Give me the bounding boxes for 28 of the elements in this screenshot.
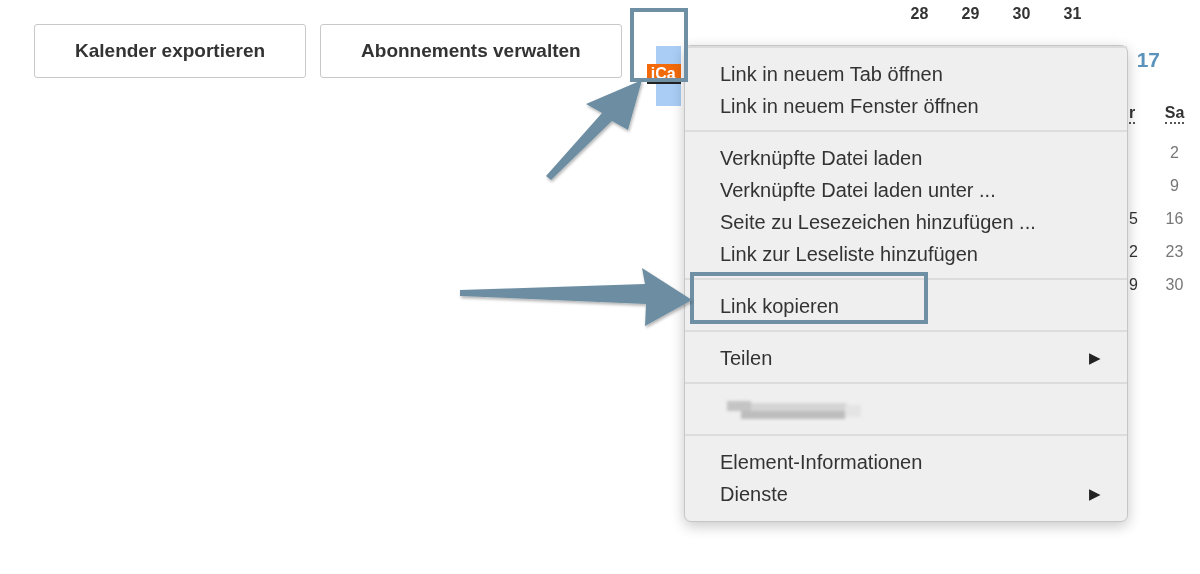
day-number: 28 bbox=[910, 5, 929, 23]
menu-item[interactable]: Dienste ▶ bbox=[685, 478, 1127, 510]
menu-item[interactable]: Link kopieren bbox=[685, 290, 1127, 322]
menu-item[interactable]: Element-Informationen bbox=[685, 446, 1127, 478]
menu-item[interactable]: Link in neuem Tab öffnen bbox=[685, 58, 1127, 90]
day-number: 30 bbox=[1012, 5, 1031, 23]
weekday-header: Sa bbox=[1164, 104, 1185, 124]
toolbar-button[interactable]: Abonnements verwalten bbox=[320, 24, 622, 78]
menu-item[interactable]: Link in neuem Fenster öffnen bbox=[685, 90, 1127, 122]
day-number: 2 bbox=[1170, 143, 1179, 162]
menu-item[interactable]: Seite zu Lesezeichen hinzufügen ... bbox=[685, 206, 1127, 238]
toolbar-button[interactable]: Kalender exportieren bbox=[34, 24, 307, 78]
day-number: 5 bbox=[1129, 209, 1138, 228]
menu-item[interactable]: Link zur Leseliste hinzufügen bbox=[685, 238, 1127, 270]
day-number: 30 bbox=[1165, 275, 1184, 294]
menu-item[interactable]: Verknüpfte Datei laden unter ... bbox=[685, 174, 1127, 206]
menu-item[interactable]: Teilen ▶ bbox=[685, 342, 1127, 374]
day-number: 16 bbox=[1165, 209, 1184, 228]
day-number: 29 bbox=[961, 5, 980, 23]
day-number: 31 bbox=[1063, 5, 1082, 23]
day-number: 9 bbox=[1170, 176, 1179, 195]
submenu-arrow: ▶ bbox=[1089, 349, 1101, 367]
month-title: 17 bbox=[1136, 48, 1160, 72]
day-number: 23 bbox=[1165, 242, 1184, 261]
day-number: 9 bbox=[1129, 275, 1138, 294]
day-number: 2 bbox=[1129, 242, 1138, 261]
menu-item[interactable]: Verknüpfte Datei laden bbox=[685, 142, 1127, 174]
submenu-arrow: ▶ bbox=[1089, 485, 1101, 503]
